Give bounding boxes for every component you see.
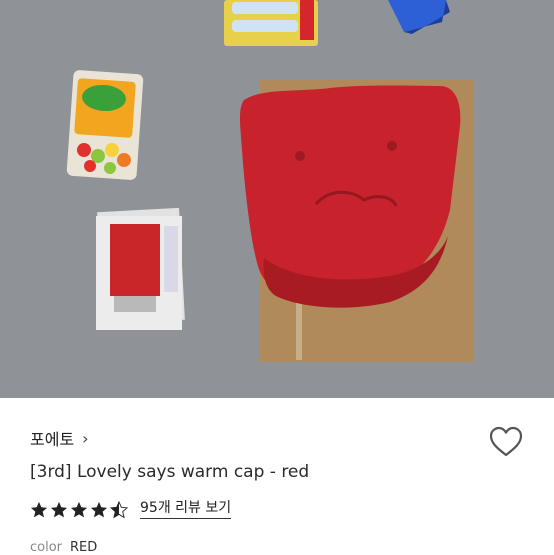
color-value: RED: [70, 540, 98, 555]
star-half-icon: [110, 500, 128, 518]
color-label: color: [30, 540, 63, 555]
chevron-right-icon: ›: [82, 428, 89, 448]
brand-link[interactable]: 포에토 ›: [30, 426, 89, 450]
product-title: [3rd] Lovely says warm cap - red: [30, 462, 310, 482]
rating-row: 95개 리뷰 보기: [30, 500, 232, 519]
product-info-panel: 포에토 › [3rd] Lovely says warm cap - red 9…: [0, 398, 554, 555]
product-photo-illustration: [0, 0, 554, 398]
yeast-packets: [96, 207, 185, 330]
product-photo: [0, 0, 554, 398]
red-cap: [240, 85, 461, 308]
star-icon: [70, 501, 88, 517]
review-link[interactable]: 95개 리뷰 보기: [140, 500, 232, 519]
color-option: color RED: [30, 540, 97, 555]
star-icon: [90, 501, 108, 517]
tic-tac-box: [66, 70, 144, 180]
heart-outline-icon[interactable]: [488, 424, 524, 460]
star-icon: [30, 501, 48, 517]
rating-stars: [30, 500, 128, 519]
lip-balm-package: [224, 0, 318, 46]
star-icon: [50, 501, 68, 517]
brand-name: 포에토: [30, 430, 75, 449]
